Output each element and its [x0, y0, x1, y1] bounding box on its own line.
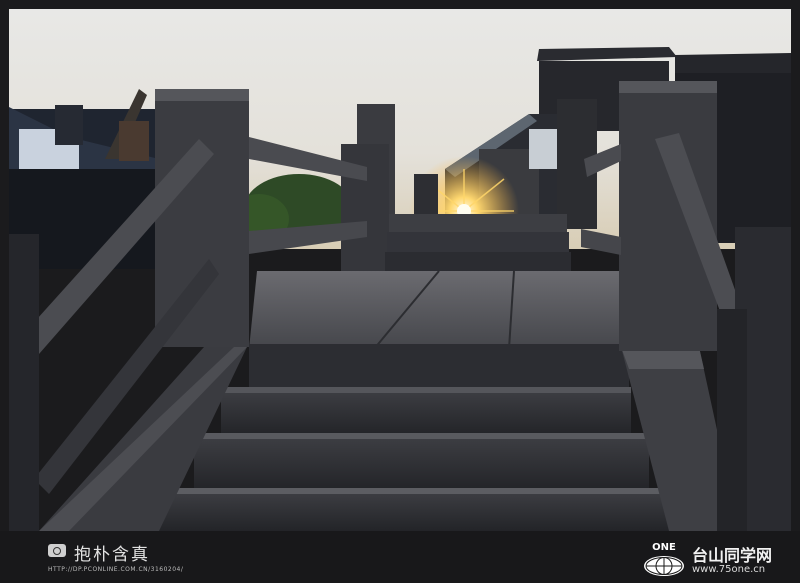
left-main-post	[155, 89, 249, 347]
photo-frame	[0, 0, 800, 583]
step-1	[221, 389, 631, 435]
photographer-signature: 抱朴含真 HTTP://DP.PCONLINE.COM.CN/3160204/	[48, 540, 198, 574]
bridge-deck	[249, 271, 629, 349]
step-2	[194, 435, 649, 490]
upper-step-3	[385, 252, 571, 272]
photo	[9, 9, 791, 531]
signature-url: HTTP://DP.PCONLINE.COM.CN/3160204/	[48, 566, 184, 573]
step-3	[159, 490, 669, 531]
camera-icon	[48, 544, 66, 557]
bridge-scene	[9, 9, 791, 531]
signature-text: 抱朴含真	[74, 545, 150, 565]
upper-step-2	[387, 232, 569, 252]
site-watermark: ONE 台山同学网 www.75one.cn	[640, 540, 796, 578]
upper-step-1	[389, 214, 567, 232]
brand-logo-text: ONE	[652, 542, 676, 553]
brand-url: www.75one.cn	[692, 564, 766, 575]
brand-name: 台山同学网	[692, 546, 773, 565]
globe-logo-icon: ONE	[644, 542, 684, 576]
